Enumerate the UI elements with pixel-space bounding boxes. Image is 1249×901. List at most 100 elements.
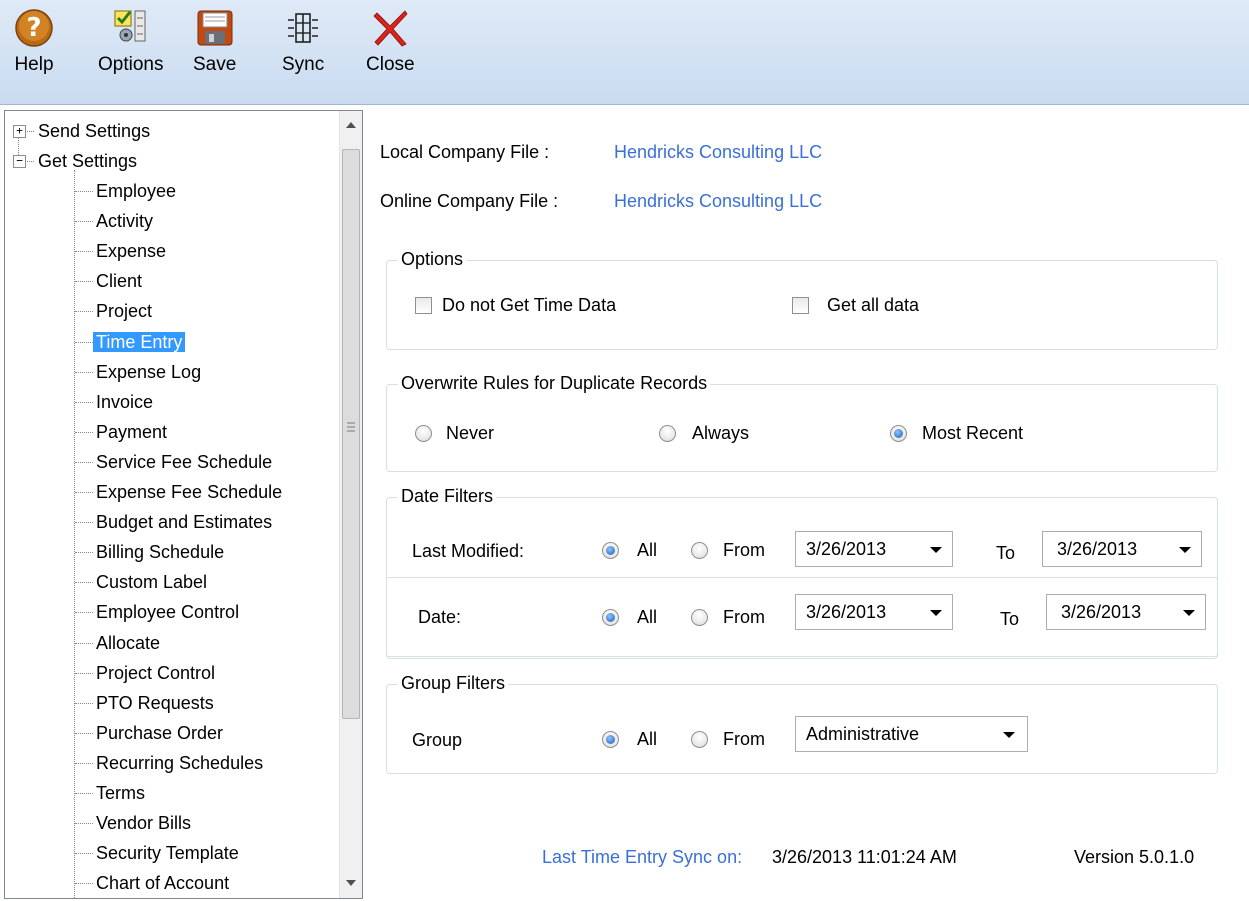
tree-node-expense-log[interactable]: Expense Log (93, 359, 204, 385)
group-value: Administrative (806, 724, 920, 744)
tree-connector (75, 492, 93, 493)
chevron-down-icon[interactable] (930, 610, 942, 616)
tree-connector (75, 431, 93, 433)
help-button[interactable]: ? Help (14, 8, 54, 76)
last-modified-from-radio[interactable] (691, 542, 708, 559)
tree-node-label: Employee (96, 181, 177, 201)
tree-node-security-template[interactable]: Security Template (93, 840, 242, 866)
tree-node-payment[interactable]: Payment (93, 419, 170, 445)
date-label: Date: (418, 607, 462, 627)
last-modified-all-radio[interactable] (602, 542, 619, 559)
settings-tree-pane: + Send Settings − Get Settings Employee A… (4, 110, 363, 899)
date-from-radio[interactable] (691, 609, 708, 626)
tree-node-time-entry[interactable]: Time Entry (93, 329, 186, 355)
group-from-label: From (723, 729, 765, 749)
tree-node-purchase-order[interactable]: Purchase Order (93, 720, 226, 746)
tree-node-label: Expense (96, 241, 167, 262)
save-button[interactable]: Save (193, 8, 236, 76)
chevron-down-icon[interactable] (930, 547, 942, 553)
group-select[interactable]: Administrative (795, 716, 1028, 752)
tree-scrollbar[interactable] (339, 111, 362, 898)
tree-node-expense-fee-schedule[interactable]: Expense Fee Schedule (93, 479, 285, 505)
overwrite-most-recent-radio[interactable] (890, 425, 907, 442)
settings-tree[interactable]: + Send Settings − Get Settings Employee A… (5, 111, 339, 898)
tree-node-label: Payment (96, 421, 168, 442)
tree-node-activity[interactable]: Activity (93, 208, 156, 234)
close-button[interactable]: Close (366, 8, 415, 76)
no-time-data-checkbox[interactable] (415, 297, 432, 314)
chevron-down-icon[interactable] (1179, 547, 1191, 553)
date-from-label: From (723, 607, 765, 627)
tree-node-budget-and-estimates[interactable]: Budget and Estimates (93, 509, 275, 535)
group-all-radio[interactable] (602, 731, 619, 748)
date-from-date-picker[interactable]: 3/26/2013 (795, 594, 953, 630)
scrollbar-thumb[interactable] (342, 149, 360, 719)
tree-connector (75, 552, 93, 554)
tree-node-label: Billing Schedule (96, 542, 225, 563)
tree-node-send-settings[interactable]: Send Settings (35, 118, 153, 144)
tree-connector (75, 341, 93, 343)
date-to-label: To (1000, 609, 1020, 629)
tree-node-project[interactable]: Project (93, 298, 155, 324)
last-modified-label: Last Modified: (412, 541, 525, 561)
tree-node-recurring-schedules[interactable]: Recurring Schedules (93, 750, 266, 776)
tree-node-label: Vendor Bills (96, 813, 192, 834)
tree-node-chart-of-account[interactable]: Chart of Account (93, 870, 232, 896)
get-all-data-label: Get all data (827, 295, 920, 315)
collapse-icon[interactable]: − (13, 155, 26, 168)
tree-node-project-control[interactable]: Project Control (93, 660, 218, 686)
tree-node-vendor-bills[interactable]: Vendor Bills (93, 810, 194, 836)
no-time-data-label: Do not Get Time Data (442, 295, 617, 315)
scroll-up-icon[interactable] (346, 121, 356, 129)
tree-node-label: Purchase Order (96, 722, 224, 743)
options-button[interactable]: Options (98, 8, 163, 76)
chevron-down-icon[interactable] (1003, 732, 1015, 738)
tree-node-service-fee-schedule[interactable]: Service Fee Schedule (93, 449, 275, 475)
tree-connector (75, 281, 93, 283)
tree-connector (75, 823, 93, 825)
tree-node-pto-requests[interactable]: PTO Requests (93, 690, 217, 716)
tree-node-custom-label[interactable]: Custom Label (93, 569, 210, 595)
tree-connector (75, 461, 93, 463)
tree-node-allocate[interactable]: Allocate (93, 630, 163, 656)
tree-node-label: Send Settings (38, 121, 151, 141)
sync-button[interactable]: Sync (282, 8, 324, 76)
tree-node-invoice[interactable]: Invoice (93, 389, 156, 415)
overwrite-always-radio[interactable] (659, 425, 676, 442)
tree-node-employee-control[interactable]: Employee Control (93, 599, 242, 625)
tree-node-get-settings[interactable]: Get Settings (35, 148, 140, 174)
overwrite-always-label: Always (692, 423, 750, 443)
date-filters-title: Date Filters (398, 486, 497, 507)
tree-node-expense[interactable]: Expense (93, 238, 169, 264)
date-value: 3/26/2013 (806, 539, 887, 559)
date-all-radio[interactable] (602, 609, 619, 626)
tree-node-terms[interactable]: Terms (93, 780, 148, 806)
tree-node-label: Project Control (96, 662, 216, 683)
last-modified-from-date-picker[interactable]: 3/26/2013 (795, 531, 953, 567)
tree-node-employee[interactable]: Employee (93, 178, 179, 204)
get-all-data-checkbox[interactable] (792, 297, 809, 314)
overwrite-rules-title: Overwrite Rules for Duplicate Records (398, 373, 711, 394)
group-from-radio[interactable] (691, 731, 708, 748)
expand-icon[interactable]: + (13, 125, 26, 138)
sync-icon (288, 13, 319, 43)
version-label: Version 5.0.1.0 (1074, 847, 1195, 867)
tree-node-billing-schedule[interactable]: Billing Schedule (93, 539, 227, 565)
scroll-down-icon[interactable] (346, 879, 356, 887)
last-modified-to-date-picker[interactable]: 3/26/2013 (1042, 531, 1202, 567)
last-sync-value: 3/26/2013 11:01:24 AM (772, 847, 957, 867)
tree-node-label: PTO Requests (96, 692, 214, 713)
online-company-label: Online Company File : (380, 191, 559, 211)
tree-node-client[interactable]: Client (93, 268, 145, 294)
date-to-date-picker[interactable]: 3/26/2013 (1046, 594, 1206, 630)
tree-connector (75, 883, 93, 885)
tree-node-label: Expense Log (96, 361, 202, 382)
chevron-down-icon[interactable] (1183, 610, 1195, 616)
tree-node-label: Employee Control (96, 602, 240, 623)
tree-connector (75, 732, 93, 734)
options-label: Options (98, 54, 164, 75)
help-label: Help (14, 54, 54, 75)
tree-connector (75, 642, 93, 644)
date-value: 3/26/2013 (1057, 539, 1138, 559)
overwrite-never-radio[interactable] (415, 425, 432, 442)
